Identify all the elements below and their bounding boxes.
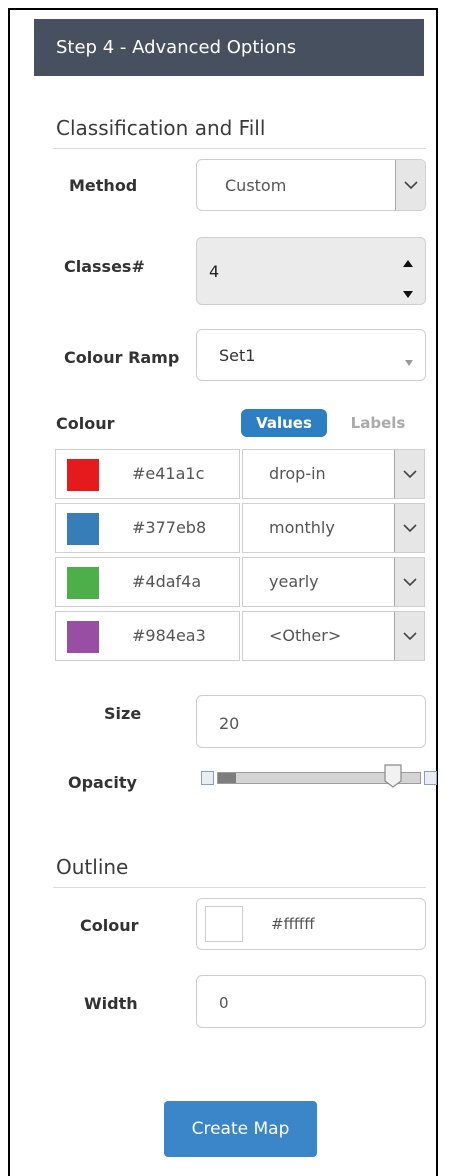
values-toggle[interactable]: Values — [241, 409, 327, 437]
section-divider — [53, 887, 426, 888]
colour-hex: #984ea3 — [132, 626, 206, 645]
colour-swatch[interactable] — [67, 459, 99, 491]
colour-swatch[interactable] — [67, 567, 99, 599]
colour-ramp-value: Set1 — [219, 346, 256, 365]
outline-section-title: Outline — [56, 855, 129, 879]
size-input[interactable]: 20 — [196, 695, 426, 748]
method-label: Method — [69, 176, 138, 195]
colour-swatch[interactable] — [67, 621, 99, 653]
class-colour-cell[interactable]: #e41a1c — [55, 449, 240, 499]
colour-swatch[interactable] — [67, 513, 99, 545]
size-label: Size — [104, 704, 142, 723]
class-value-select[interactable]: yearly — [242, 557, 425, 607]
outline-colour-swatch[interactable] — [205, 906, 243, 942]
method-select[interactable]: Custom — [196, 159, 426, 211]
classes-stepper[interactable]: 4 — [196, 237, 426, 305]
create-map-button[interactable]: Create Map — [164, 1101, 317, 1157]
chevron-down-icon[interactable] — [394, 558, 424, 606]
caret-down-icon — [405, 351, 413, 370]
class-value-select[interactable]: monthly — [242, 503, 425, 553]
panel-header: Step 4 - Advanced Options — [34, 19, 424, 76]
colour-ramp-select[interactable]: Set1 — [196, 329, 426, 381]
outline-colour-picker[interactable]: #ffffff — [196, 898, 426, 950]
chevron-down-icon[interactable] — [394, 612, 424, 660]
classes-value: 4 — [209, 262, 220, 281]
colour-label: Colour — [56, 414, 115, 433]
class-value-select[interactable]: <Other> — [242, 611, 425, 661]
class-colour-cell[interactable]: #4daf4a — [55, 557, 240, 607]
panel-title: Step 4 - Advanced Options — [56, 37, 297, 58]
outline-width-input[interactable]: 0 — [196, 975, 426, 1028]
colour-hex: #e41a1c — [132, 464, 205, 483]
class-value: monthly — [269, 518, 335, 537]
size-value: 20 — [219, 714, 240, 733]
opacity-label: Opacity — [68, 773, 137, 792]
slider-left-arrow-icon[interactable] — [201, 771, 214, 785]
chevron-down-icon[interactable] — [394, 450, 424, 498]
class-value-select[interactable]: drop-in — [242, 449, 425, 499]
chevron-down-icon[interactable] — [394, 504, 424, 552]
class-value: drop-in — [269, 464, 326, 483]
slider-right-arrow-icon[interactable] — [424, 771, 437, 785]
opacity-slider-thumb[interactable] — [384, 764, 402, 788]
stepper-up-icon[interactable] — [403, 252, 413, 271]
labels-toggle[interactable]: Labels — [342, 409, 414, 437]
section-divider — [53, 148, 426, 149]
classification-section-title: Classification and Fill — [56, 116, 266, 140]
stepper-down-icon[interactable] — [403, 283, 413, 302]
chevron-down-icon[interactable] — [395, 160, 425, 210]
class-colour-cell[interactable]: #984ea3 — [55, 611, 240, 661]
classes-label: Classes# — [64, 257, 145, 276]
colour-hex: #4daf4a — [132, 572, 202, 591]
outline-colour-label: Colour — [80, 916, 139, 935]
method-value: Custom — [225, 176, 287, 195]
class-value: yearly — [269, 572, 319, 591]
colour-hex: #377eb8 — [132, 518, 207, 537]
opacity-slider-fill — [218, 773, 236, 783]
outline-width-label: Width — [84, 994, 138, 1013]
class-value: <Other> — [269, 626, 342, 645]
outline-colour-hex: #ffffff — [271, 915, 315, 933]
colour-ramp-label: Colour Ramp — [64, 348, 180, 367]
class-colour-cell[interactable]: #377eb8 — [55, 503, 240, 553]
outline-width-value: 0 — [219, 994, 229, 1012]
